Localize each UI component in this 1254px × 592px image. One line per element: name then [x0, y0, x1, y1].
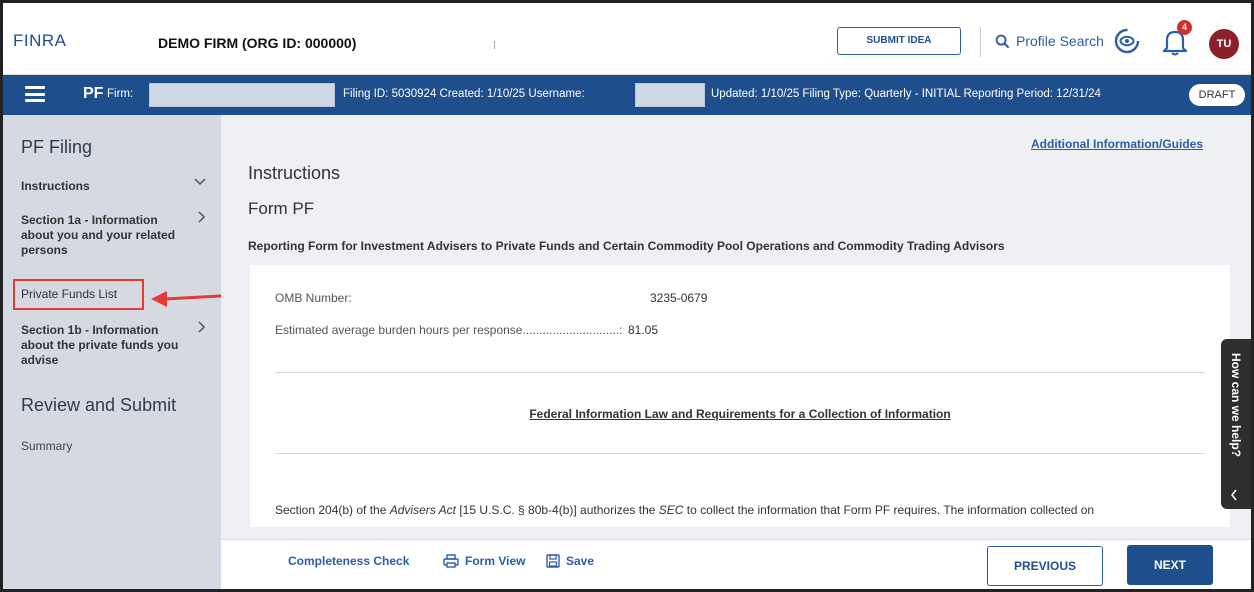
chevron-right-icon[interactable]	[197, 321, 207, 333]
redacted-firm	[149, 83, 335, 107]
sidebar-title: PF Filing	[21, 137, 93, 157]
status-badge: DRAFT	[1189, 84, 1245, 106]
printer-icon	[443, 554, 459, 568]
header-divider	[980, 27, 981, 57]
section-paragraph: Section 204(b) of the Advisers Act [15 U…	[275, 503, 1095, 517]
redacted-username	[635, 83, 705, 107]
chevron-down-icon[interactable]	[194, 177, 206, 187]
page-title: Instructions	[248, 163, 341, 183]
search-icon	[995, 34, 1010, 48]
profile-search-label: Profile Search	[1016, 33, 1104, 49]
firm-name: DEMO FIRM (ORG ID: 000000)	[158, 35, 357, 51]
footer-bar: Completeness Check Form View Save PREVIO…	[221, 539, 1251, 589]
federal-info-title: Federal Information Law and Requirements…	[529, 407, 951, 421]
filing-updated-details: Updated: 1/10/25 Filing Type: Quarterly …	[711, 88, 1101, 100]
omb-number-label: OMB Number:	[275, 291, 352, 305]
sidebar-item-private-funds-list[interactable]: Private Funds List	[13, 279, 144, 310]
next-button[interactable]: NEXT	[1127, 545, 1213, 585]
chevron-right-icon[interactable]	[197, 211, 207, 223]
user-avatar[interactable]: TU	[1209, 29, 1239, 59]
form-subtitle: Reporting Form for Investment Advisers t…	[248, 239, 1005, 253]
burden-hours-label: Estimated average burden hours per respo…	[275, 323, 623, 337]
form-view-link[interactable]: Form View	[443, 554, 525, 568]
instructions-card: OMB Number: 3235-0679 Estimated average …	[250, 265, 1230, 527]
filing-info-bar: PF Firm: Filing ID: 5030924 Created: 1/1…	[3, 75, 1251, 115]
review-submit-title: Review and Submit	[21, 395, 177, 415]
additional-info-link[interactable]: Additional Information/Guides	[1031, 137, 1203, 151]
top-header: FINRA DEMO FIRM (ORG ID: 000000) SUBMIT …	[3, 3, 1251, 75]
divider	[275, 372, 1205, 373]
profile-search-link[interactable]: Profile Search	[995, 33, 1104, 49]
sidebar: PF Filing Instructions Section 1a - Info…	[3, 115, 221, 589]
filing-details: Filing ID: 5030924 Created: 1/10/25 User…	[343, 88, 585, 100]
omb-number-value: 3235-0679	[650, 291, 708, 305]
completeness-check-label: Completeness Check	[288, 554, 410, 568]
save-link[interactable]: Save	[546, 554, 594, 568]
save-label: Save	[566, 554, 595, 568]
completeness-check-link[interactable]: Completeness Check	[288, 554, 409, 568]
sidebar-item-instructions[interactable]: Instructions	[21, 179, 90, 194]
menu-icon[interactable]	[25, 86, 45, 102]
pf-label: PF	[83, 85, 104, 102]
previous-button[interactable]: PREVIOUS	[987, 546, 1103, 586]
divider	[275, 453, 1205, 454]
app-frame: FINRA DEMO FIRM (ORG ID: 000000) SUBMIT …	[0, 0, 1254, 592]
firm-label: Firm:	[107, 88, 134, 100]
main-content: Additional Information/Guides Instructio…	[221, 115, 1251, 589]
notification-badge: 4	[1177, 20, 1192, 35]
sidebar-item-section-1a[interactable]: Section 1a - Information about you and y…	[21, 213, 191, 258]
eye-icon[interactable]	[1113, 27, 1141, 55]
form-view-label: Form View	[465, 554, 526, 568]
save-icon	[546, 554, 560, 568]
help-tab[interactable]: How can we help?	[1221, 339, 1251, 509]
help-label: How can we help?	[1229, 353, 1243, 458]
sidebar-item-section-1b[interactable]: Section 1b - Information about the priva…	[21, 323, 181, 368]
form-title: Form PF	[248, 199, 315, 218]
finra-logo[interactable]: FINRA	[13, 31, 67, 51]
chevron-left-icon	[1231, 489, 1237, 501]
divider-tick	[494, 41, 495, 49]
sidebar-item-summary[interactable]: Summary	[21, 439, 72, 453]
submit-idea-button[interactable]: SUBMIT IDEA	[837, 27, 961, 55]
burden-hours-value: 81.05	[628, 323, 659, 337]
